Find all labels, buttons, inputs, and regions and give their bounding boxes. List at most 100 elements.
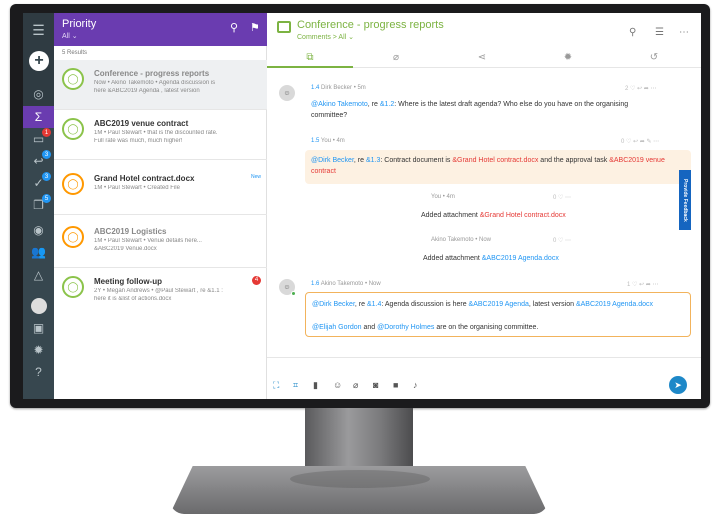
copy-badge: 5 — [42, 194, 51, 203]
left-rail: ☰ + ◎ Σ ▭ 1 ↩ 3 ✓ 3 ❐ 5 ◉ 👥 △ ▣ ✹ ? — [23, 13, 54, 399]
list-header: Priority All ⌄ ⚲ ⚑ — [54, 13, 267, 46]
at-icon[interactable]: ◎ — [23, 83, 54, 105]
conv-line2: Full rate was much, much higher! — [94, 138, 183, 144]
message-time: Now — [368, 281, 381, 287]
help-icon[interactable]: ? — [23, 361, 54, 383]
copy-icon[interactable]: ❐ 5 — [23, 194, 54, 216]
attachment-link[interactable]: &Grand Hotel contract.docx — [480, 212, 566, 219]
app-screen: ☰ + ◎ Σ ▭ 1 ↩ 3 ✓ 3 ❐ 5 ◉ 👥 △ ▣ ✹ ? Priority… — [23, 13, 701, 399]
chat-badge: 1 — [42, 128, 51, 137]
message-actions[interactable]: 0 ♡ ↩ ➦ ✎ ⋯ — [621, 138, 659, 145]
reply-icon[interactable]: ↩ 3 — [23, 150, 54, 172]
message-author: Akino Takemoto — [320, 281, 364, 287]
task-link[interactable]: contract — [311, 168, 336, 175]
message-time: 4m — [336, 138, 345, 144]
message-actions[interactable]: 2 ♡ ↩ ➦ ⋯ — [625, 85, 656, 92]
chat-panel: Conference - progress reports Comments >… — [267, 13, 701, 399]
message-number: 1.6 — [311, 281, 320, 287]
system-actions[interactable]: 0 ♡ ⋯ — [553, 194, 571, 201]
mention-link[interactable]: @Dorothy Holmes — [377, 324, 434, 331]
message-body-line2: @Elijah Gordon and @Dorothy Holmes are o… — [312, 322, 688, 333]
attachment-link[interactable]: &ABC2019 Agenda.docx — [482, 255, 559, 262]
tab-history-icon[interactable]: ↺ — [611, 52, 697, 68]
reply-badge: 3 — [42, 150, 51, 159]
mention-link[interactable]: @Dirk Becker — [311, 157, 354, 164]
attach-icon[interactable]: ⌀ — [353, 380, 358, 391]
conv-line1: 1M • Paul Stewart • Created File — [94, 185, 180, 191]
conv-line2: &ABC2019 Venue.docx — [94, 246, 157, 252]
search-icon[interactable]: ⚲ — [629, 27, 636, 38]
check-badge: 3 — [42, 172, 51, 181]
user-icon[interactable] — [23, 295, 54, 317]
bell-icon[interactable]: △ — [23, 264, 54, 286]
tab-attachments-icon[interactable]: ⌀ — [353, 52, 439, 68]
list-item[interactable]: ◯ Meeting follow-up 2Y • Megan Andrews •… — [54, 268, 267, 318]
edit-icon[interactable]: ▣ — [23, 317, 54, 339]
reference-link[interactable]: &1.3 — [366, 157, 380, 164]
gear-icon[interactable]: ✹ — [23, 339, 54, 361]
expand-icon[interactable]: ⛶ — [273, 380, 279, 391]
pin-icon[interactable]: ⚑ — [250, 21, 260, 34]
filter-list-icon[interactable]: ☰ — [655, 27, 664, 38]
conv-line1: 1M • Paul Stewart • Venue details here..… — [94, 238, 202, 244]
reference-link[interactable]: &1.2 — [380, 101, 394, 108]
tab-settings-icon[interactable]: ✹ — [525, 52, 611, 68]
list-item[interactable]: ◯ Grand Hotel contract.docx 1M • Paul St… — [54, 165, 267, 215]
emoji-icon[interactable]: ☺ — [333, 380, 342, 390]
system-text: Added attachment — [423, 255, 482, 262]
monitor-stand-neck — [305, 408, 413, 468]
message-number: 1.5 — [311, 138, 320, 144]
topic-link[interactable]: &ABC2019 Agenda — [469, 301, 529, 308]
reaction-count: 0 — [621, 139, 625, 145]
document-link[interactable]: &Grand Hotel contract.docx — [452, 157, 538, 164]
more-icon[interactable]: ⋯ — [679, 27, 689, 38]
feedback-tab[interactable]: Provide Feedback — [679, 170, 691, 230]
add-icon[interactable]: + — [29, 51, 49, 71]
search-icon[interactable]: ⚲ — [230, 21, 238, 34]
system-message: Added attachment &ABC2019 Agenda.docx — [423, 255, 559, 262]
chat-bubble-icon — [277, 21, 291, 33]
conv-title: ABC2019 venue contract — [94, 119, 189, 128]
monitor-stand-joint — [290, 470, 430, 488]
send-button[interactable]: ➤ — [669, 376, 687, 394]
mention-link[interactable]: @Dirk Becker — [312, 301, 355, 308]
results-count: 5 Results — [62, 50, 88, 56]
message-body: @Akino Takemoto, re &1.2: Where is the l… — [311, 99, 691, 121]
people-icon[interactable]: 👥 — [23, 241, 54, 263]
system-meta: Akino Takemoto • Now — [431, 237, 492, 243]
message-text: , latest version — [528, 301, 576, 308]
list-item[interactable]: ◯ ABC2019 venue contract 1M • Paul Stewa… — [54, 110, 267, 160]
list-item[interactable]: ◯ Conference - progress reports Now • Ak… — [54, 60, 267, 110]
screenshot-icon[interactable]: ⌗ — [293, 380, 298, 391]
tab-share-icon[interactable]: ⋖ — [439, 52, 525, 68]
mention-link[interactable]: @Akino Takemoto — [311, 101, 368, 108]
chat-title: Conference - progress reports — [297, 19, 444, 31]
document-link[interactable]: &ABC2019 Agenda.docx — [576, 301, 653, 308]
list-filter[interactable]: All ⌄ — [62, 32, 78, 40]
message-composer[interactable]: ⛶ ⌗ ▮ ☺ ⌀ ◙ ■ ♪ ➤ — [267, 357, 701, 399]
target-icon[interactable]: ◉ — [23, 219, 54, 241]
sigma-icon[interactable]: Σ — [23, 106, 54, 128]
reference-link[interactable]: &1.4 — [367, 301, 381, 308]
mention-link[interactable]: @Elijah Gordon — [312, 324, 362, 331]
system-actions[interactable]: 0 ♡ ⋯ — [553, 237, 571, 244]
chat-icon[interactable]: ▭ 1 — [23, 128, 54, 150]
message-text: : Where is the latest draft agenda? Who … — [394, 101, 629, 108]
conv-title: Meeting follow-up — [94, 277, 162, 286]
video-icon[interactable]: ■ — [393, 380, 398, 390]
camera-icon[interactable]: ◙ — [373, 380, 378, 390]
message-actions[interactable]: 1 ♡ ↩ ➦ ⋯ — [627, 281, 658, 288]
conv-line2: here it is &list of actions.docx — [94, 296, 172, 302]
check-icon[interactable]: ✓ 3 — [23, 172, 54, 194]
trash-icon[interactable]: ▮ — [313, 380, 318, 391]
microphone-icon[interactable]: ♪ — [413, 380, 418, 390]
list-item[interactable]: ◯ ABC2019 Logistics 1M • Paul Stewart • … — [54, 218, 267, 268]
message-text: committee? — [311, 112, 348, 119]
list-filter-label: All — [62, 33, 70, 40]
conv-line1: 2Y • Megan Andrews • @Paul Stewart , re … — [94, 288, 223, 294]
menu-icon[interactable]: ☰ — [23, 19, 54, 41]
chat-filter[interactable]: Comments > All ⌄ — [297, 33, 354, 41]
message-text: , re — [353, 157, 366, 164]
task-link[interactable]: &ABC2019 venue — [609, 157, 665, 164]
tab-comments-icon[interactable]: ⧉ — [267, 52, 353, 68]
